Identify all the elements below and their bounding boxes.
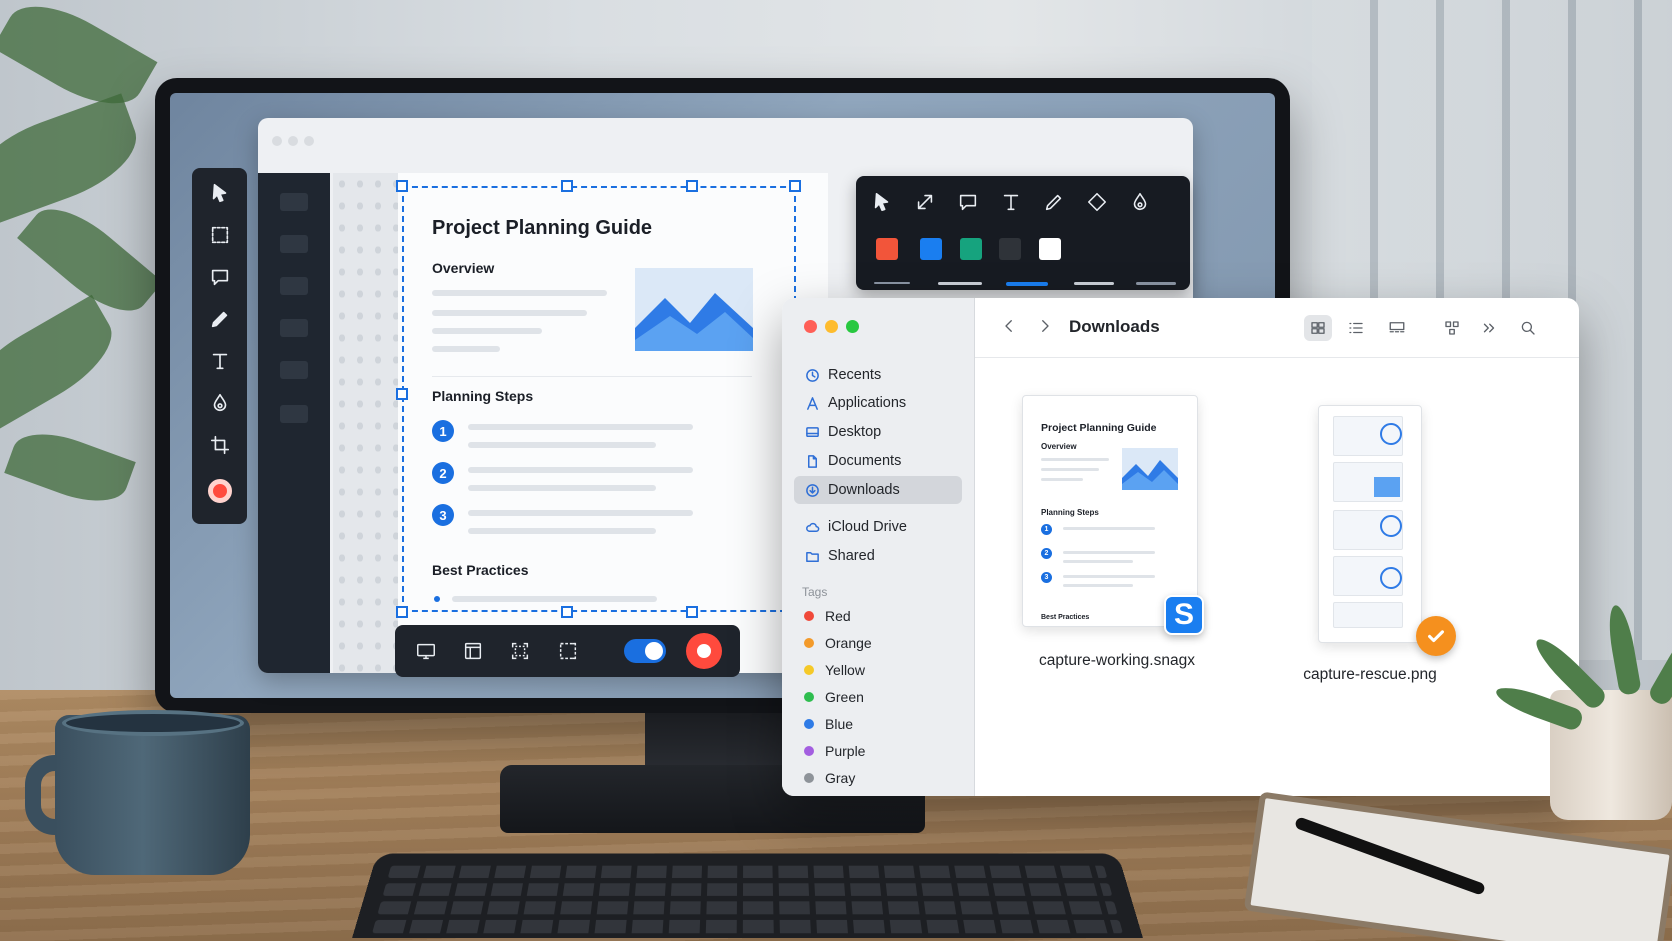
selection-region[interactable] bbox=[402, 186, 796, 612]
arrow-pointer-icon[interactable] bbox=[868, 188, 896, 216]
group-icon[interactable] bbox=[1438, 315, 1466, 341]
tag-green[interactable]: Green bbox=[804, 686, 864, 708]
back-button[interactable] bbox=[999, 318, 1019, 338]
resize-handle[interactable] bbox=[686, 606, 698, 618]
file-name-png[interactable]: capture-rescue.png bbox=[1280, 666, 1460, 684]
tool-rail bbox=[192, 168, 247, 524]
list-view-icon[interactable] bbox=[1342, 315, 1370, 341]
snagit-badge-icon: S bbox=[1164, 595, 1204, 635]
document-icon bbox=[804, 453, 820, 469]
coffee-mug bbox=[55, 715, 250, 875]
keyboard bbox=[352, 853, 1143, 939]
speech-bubble-icon[interactable] bbox=[954, 188, 982, 216]
tag-gray[interactable]: Gray bbox=[804, 767, 855, 789]
grid-view-icon[interactable] bbox=[1304, 315, 1332, 341]
resize-handle[interactable] bbox=[396, 388, 408, 400]
sidebar-item-applications[interactable]: Applications bbox=[794, 389, 962, 417]
sidebar-item-desktop[interactable]: Desktop bbox=[794, 418, 962, 446]
finder-title: Downloads bbox=[1069, 317, 1160, 336]
sidebar-item-documents[interactable]: Documents bbox=[794, 447, 962, 475]
tags-heading: Tags bbox=[802, 585, 828, 599]
window-icon[interactable] bbox=[460, 638, 486, 664]
text-icon[interactable] bbox=[192, 344, 247, 378]
shared-folder-icon bbox=[804, 548, 820, 564]
app-canvas-gutter bbox=[333, 173, 401, 673]
pen-icon[interactable] bbox=[192, 302, 247, 336]
more-icon[interactable] bbox=[1475, 315, 1503, 341]
gallery-view-icon[interactable] bbox=[1383, 315, 1411, 341]
record-icon[interactable] bbox=[192, 474, 247, 508]
cloud-icon bbox=[804, 519, 820, 535]
resize-handle[interactable] bbox=[561, 606, 573, 618]
resize-handle[interactable] bbox=[561, 180, 573, 192]
color-swatch-blue[interactable] bbox=[920, 238, 942, 260]
capture-record-button[interactable] bbox=[686, 633, 722, 669]
sidebar-item-shared[interactable]: Shared bbox=[794, 542, 962, 570]
tag-red[interactable]: Red bbox=[804, 605, 851, 627]
fullscreen-icon[interactable] bbox=[413, 638, 439, 664]
color-swatch-white[interactable] bbox=[1039, 238, 1061, 260]
eraser-icon[interactable] bbox=[1083, 188, 1111, 216]
app-dark-sidebar bbox=[258, 173, 330, 673]
line-arrow-icon[interactable] bbox=[911, 188, 939, 216]
finder-window: Recents Applications Desktop Documents D… bbox=[782, 298, 1579, 796]
apps-icon bbox=[804, 395, 820, 411]
minimize-button[interactable] bbox=[825, 320, 838, 333]
finder-toolbar: Downloads bbox=[975, 298, 1579, 358]
tag-yellow[interactable]: Yellow bbox=[804, 659, 865, 681]
tag-blue[interactable]: Blue bbox=[804, 713, 853, 735]
scrolling-icon[interactable] bbox=[555, 638, 581, 664]
color-swatch-green[interactable] bbox=[960, 238, 982, 260]
resize-handle[interactable] bbox=[789, 180, 801, 192]
download-icon bbox=[804, 482, 820, 498]
resize-handle[interactable] bbox=[686, 180, 698, 192]
file-name-snagx[interactable]: capture-working.snagx bbox=[1022, 652, 1212, 670]
annotation-toolbar bbox=[856, 176, 1190, 290]
crop-icon[interactable] bbox=[192, 428, 247, 462]
preview-steps: Planning Steps bbox=[1041, 508, 1099, 517]
finder-sidebar: Recents Applications Desktop Documents D… bbox=[782, 298, 975, 796]
capture-mode-bar bbox=[395, 625, 740, 677]
chevron-left-icon bbox=[1000, 317, 1018, 340]
color-swatch-red[interactable] bbox=[876, 238, 898, 260]
forward-button[interactable] bbox=[1035, 318, 1055, 338]
region-icon[interactable] bbox=[507, 638, 533, 664]
sidebar-item-downloads[interactable]: Downloads bbox=[794, 476, 962, 504]
close-button[interactable] bbox=[804, 320, 817, 333]
preview-footer: Best Practices bbox=[1041, 614, 1090, 621]
file-thumbnail-png[interactable] bbox=[1318, 405, 1422, 643]
file-thumbnail-snagx[interactable]: Project Planning Guide Overview Planning… bbox=[1022, 395, 1198, 627]
preview-overview: Overview bbox=[1041, 442, 1077, 451]
desktop-icon bbox=[804, 424, 820, 440]
resize-handle[interactable] bbox=[396, 606, 408, 618]
tag-purple[interactable]: Purple bbox=[804, 740, 865, 762]
search-icon[interactable] bbox=[1514, 315, 1542, 341]
pen-icon[interactable] bbox=[1040, 188, 1068, 216]
capture-toggle[interactable] bbox=[624, 639, 666, 663]
check-badge-icon bbox=[1416, 616, 1456, 656]
fill-icon[interactable] bbox=[1126, 188, 1154, 216]
text-icon[interactable] bbox=[997, 188, 1025, 216]
preview-title: Project Planning Guide bbox=[1041, 422, 1157, 434]
clock-icon bbox=[804, 367, 820, 383]
region-icon[interactable] bbox=[192, 218, 247, 252]
chevron-right-icon bbox=[1036, 317, 1054, 340]
sidebar-item-icloud[interactable]: iCloud Drive bbox=[794, 513, 962, 541]
callout-icon[interactable] bbox=[192, 260, 247, 294]
zoom-button[interactable] bbox=[846, 320, 859, 333]
app-window-controls[interactable] bbox=[272, 133, 332, 147]
tag-orange[interactable]: Orange bbox=[804, 632, 872, 654]
blur-icon[interactable] bbox=[192, 386, 247, 420]
color-swatch-dark[interactable] bbox=[999, 238, 1021, 260]
resize-handle[interactable] bbox=[396, 180, 408, 192]
sidebar-item-recents[interactable]: Recents bbox=[794, 361, 962, 389]
select-icon[interactable] bbox=[192, 176, 247, 210]
